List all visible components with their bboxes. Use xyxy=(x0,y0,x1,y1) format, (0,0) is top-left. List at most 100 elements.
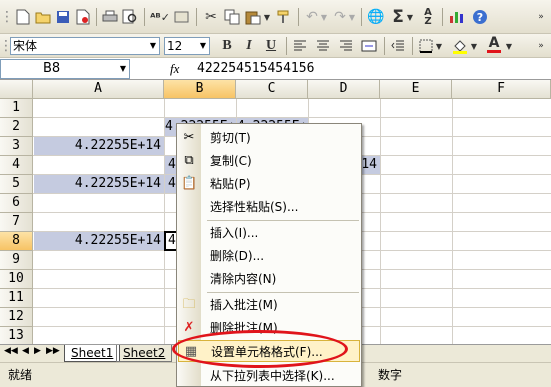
column-header[interactable]: C xyxy=(236,80,308,99)
row-header[interactable]: 2 xyxy=(0,118,33,137)
next-sheet-icon[interactable]: ▶ xyxy=(34,346,41,356)
menu-item-copy[interactable]: ⧉ 复制(C) xyxy=(177,150,361,172)
redo-dropdown-icon[interactable]: ▼ xyxy=(348,7,356,27)
tab-sheet2[interactable]: Sheet2 xyxy=(116,345,173,362)
menu-item-delete[interactable]: 删除(D)... xyxy=(177,245,361,267)
cell-A3[interactable]: 4.22255E+14 xyxy=(34,137,164,155)
spelling-icon[interactable]: ᴬᴮ✓ xyxy=(149,7,171,27)
autosum-dropdown-icon[interactable]: ▼ xyxy=(406,7,414,27)
hyperlink-icon[interactable]: 🌐 xyxy=(366,7,386,27)
paste-icon[interactable] xyxy=(243,7,263,27)
cell-A8[interactable]: 4.22255E+14 xyxy=(34,232,164,250)
cell-A5[interactable]: 4.22255E+14 xyxy=(34,175,164,193)
row-header[interactable]: 1 xyxy=(0,99,33,118)
column-header[interactable]: E xyxy=(380,80,452,99)
align-left-icon[interactable] xyxy=(290,36,310,56)
row-header[interactable]: 10 xyxy=(0,270,33,289)
delete-comment-icon: ✗ xyxy=(183,320,195,335)
fill-color-icon[interactable] xyxy=(450,36,470,56)
font-color-dropdown-icon[interactable]: ▼ xyxy=(505,36,513,56)
column-header[interactable]: F xyxy=(452,80,551,99)
copy-icon[interactable] xyxy=(222,7,242,27)
column-header[interactable]: D xyxy=(308,80,380,99)
new-icon[interactable] xyxy=(13,7,33,27)
print-icon[interactable] xyxy=(100,7,120,27)
toolbar-options-icon[interactable]: » xyxy=(534,7,548,27)
undo-dropdown-icon[interactable]: ▼ xyxy=(320,7,328,27)
borders-icon[interactable] xyxy=(416,36,436,56)
fill-color-dropdown-icon[interactable]: ▼ xyxy=(470,36,478,56)
bold-button[interactable]: B xyxy=(218,36,236,56)
underline-button[interactable]: U xyxy=(262,36,280,56)
row-header[interactable]: 5 xyxy=(0,175,33,194)
row-header[interactable]: 9 xyxy=(0,251,33,270)
toolbar-grip[interactable]: ⋮ xyxy=(0,36,13,56)
align-center-icon[interactable] xyxy=(313,36,333,56)
status-ready: 就绪 xyxy=(8,368,33,382)
highlight-oval xyxy=(172,330,348,368)
borders-dropdown-icon[interactable]: ▼ xyxy=(435,36,443,56)
row-header[interactable]: 4 xyxy=(0,156,33,175)
decrease-indent-icon[interactable] xyxy=(388,36,408,56)
toolbar-options-icon[interactable]: » xyxy=(534,36,548,56)
scissors-icon: ✂ xyxy=(183,130,195,145)
merge-center-icon[interactable] xyxy=(359,36,379,56)
autosum-icon[interactable]: Σ xyxy=(388,7,408,27)
row-header[interactable]: 13 xyxy=(0,327,33,344)
status-num-mode: 数字 xyxy=(378,368,403,382)
menu-item-insert[interactable]: 插入(I)... xyxy=(177,222,361,244)
first-sheet-icon[interactable]: ◀◀ xyxy=(4,346,18,356)
copy-icon: ⧉ xyxy=(184,153,194,168)
open-icon[interactable] xyxy=(33,7,53,27)
select-all-corner[interactable] xyxy=(0,80,33,99)
last-sheet-icon[interactable]: ▶▶ xyxy=(46,346,60,356)
row-header[interactable]: 7 xyxy=(0,213,33,232)
menu-item-insert-comment[interactable]: 🗀 插入批注(M) xyxy=(177,294,361,316)
paste-dropdown-icon[interactable]: ▼ xyxy=(262,7,272,27)
function-icon[interactable]: fx xyxy=(170,59,179,79)
font-name-combo[interactable]: 宋体 ▼ xyxy=(10,37,160,55)
column-header[interactable]: B xyxy=(164,80,236,99)
print-preview-icon[interactable] xyxy=(120,7,140,27)
menu-item-paste[interactable]: 📋 粘贴(P) xyxy=(177,173,361,195)
insert-comment-icon: 🗀 xyxy=(182,297,196,312)
column-header[interactable]: A xyxy=(33,80,164,99)
cut-icon[interactable]: ✂ xyxy=(201,7,221,27)
help-icon[interactable]: ? xyxy=(470,7,490,27)
row-header[interactable]: 6 xyxy=(0,194,33,213)
formula-input[interactable]: 422254515454156 xyxy=(197,58,551,79)
formula-bar: B8 ▼ fx 422254515454156 xyxy=(0,58,551,80)
sort-ascending-icon[interactable]: AZ xyxy=(418,7,438,27)
font-size-value: 12 xyxy=(167,39,183,53)
toolbar-grip[interactable]: ⋮ xyxy=(0,7,14,27)
menu-item-pick-from-list[interactable]: 从下拉列表中选择(K)... xyxy=(177,365,361,387)
font-color-icon[interactable]: A xyxy=(484,34,504,54)
name-box[interactable]: B8 ▼ xyxy=(0,59,130,79)
tab-sheet1[interactable]: Sheet1 xyxy=(64,345,121,362)
standard-toolbar: ⋮ ᴬᴮ✓ ✂ ▼ ↶ ▼ ↷ ▼ 🌐 Σ ▼ AZ ? » xyxy=(0,0,551,34)
paste-icon: 📋 xyxy=(181,176,198,191)
chevron-down-icon[interactable]: ▼ xyxy=(147,38,159,54)
menu-item-cut[interactable]: ✂ 剪切(T) xyxy=(177,127,361,149)
format-painter-icon[interactable] xyxy=(273,7,293,27)
permission-icon[interactable] xyxy=(73,7,93,27)
row-header[interactable]: 12 xyxy=(0,308,33,327)
save-icon[interactable] xyxy=(53,7,73,27)
row-header[interactable]: 11 xyxy=(0,289,33,308)
svg-text:?: ? xyxy=(477,11,483,24)
chevron-down-icon[interactable]: ▼ xyxy=(197,38,209,54)
research-icon[interactable] xyxy=(172,7,192,27)
redo-icon[interactable]: ↷ xyxy=(330,7,350,27)
chevron-down-icon[interactable]: ▼ xyxy=(120,60,126,78)
menu-item-clear-contents[interactable]: 清除内容(N) xyxy=(177,268,361,290)
chart-wizard-icon[interactable] xyxy=(447,7,467,27)
undo-icon[interactable]: ↶ xyxy=(302,7,322,27)
name-box-value: B8 xyxy=(43,61,61,76)
menu-item-paste-special[interactable]: 选择性粘贴(S)... xyxy=(177,196,361,218)
italic-button[interactable]: I xyxy=(240,36,258,56)
align-right-icon[interactable] xyxy=(336,36,356,56)
row-header[interactable]: 8 xyxy=(0,232,33,251)
prev-sheet-icon[interactable]: ◀ xyxy=(22,346,29,356)
row-header[interactable]: 3 xyxy=(0,137,33,156)
font-size-combo[interactable]: 12 ▼ xyxy=(164,37,210,55)
